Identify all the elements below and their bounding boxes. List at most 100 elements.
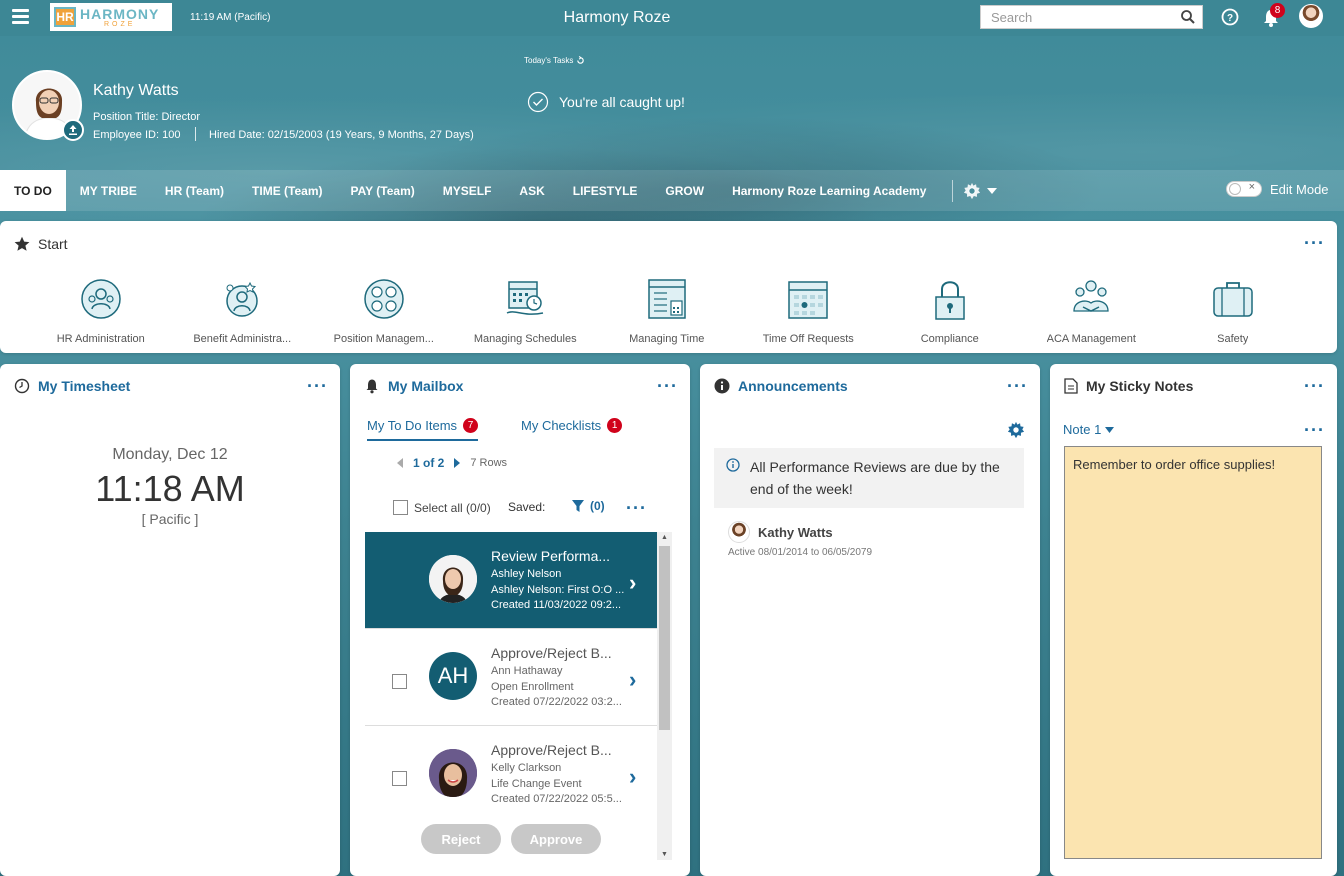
select-all-label: Select all (0/0) <box>414 500 491 515</box>
todo-count-badge: 7 <box>463 418 479 433</box>
sender-avatar <box>429 749 477 797</box>
saved-label: Saved: <box>508 500 546 514</box>
position-title: Position Title: Director <box>93 111 200 123</box>
announcements-title[interactable]: Announcements <box>714 378 848 394</box>
chevron-right-icon[interactable]: › <box>629 764 636 790</box>
start-item-aca-management[interactable]: ACA Management <box>1021 277 1163 345</box>
hr-admin-icon <box>81 279 121 319</box>
info-icon <box>714 378 730 394</box>
filter-button[interactable]: (0) <box>572 499 605 513</box>
start-item-label: ACA Management <box>1046 333 1136 345</box>
gear-icon <box>964 182 981 199</box>
gear-icon[interactable] <box>1007 421 1025 439</box>
tab-to-do[interactable]: TO DO <box>0 170 66 211</box>
select-all-checkbox[interactable] <box>393 500 408 515</box>
next-page-icon[interactable] <box>454 458 461 468</box>
upload-photo-button[interactable] <box>62 119 84 141</box>
mail-item[interactable]: Review Performa... Ashley Nelson Ashley … <box>365 532 657 629</box>
svg-text:?: ? <box>1227 13 1233 24</box>
scroll-down-icon[interactable]: ▼ <box>661 851 668 858</box>
note-tab-label: Note 1 <box>1063 422 1102 437</box>
announcements-more-button[interactable]: ··· <box>1007 377 1028 395</box>
mailbox-more-button[interactable]: ··· <box>657 377 678 395</box>
help-icon[interactable]: ? <box>1221 8 1239 26</box>
start-item-label: Compliance <box>920 333 979 345</box>
mail-created: Created 07/22/2022 03:2... <box>491 696 622 708</box>
notifications-button[interactable]: 8 <box>1262 3 1285 31</box>
select-all[interactable]: Select all (0/0) <box>393 500 491 515</box>
start-item-safety[interactable]: Safety <box>1162 277 1304 345</box>
toggle-switch[interactable]: × <box>1226 181 1262 197</box>
filter-icon <box>572 499 584 512</box>
nav-divider <box>952 179 954 202</box>
search-input[interactable]: Search <box>980 5 1203 29</box>
employee-name: Kathy Watts <box>93 82 179 99</box>
nav-settings-dropdown[interactable] <box>963 182 998 200</box>
refresh-icon[interactable] <box>576 56 585 65</box>
tab-my-tribe[interactable]: MY TRIBE <box>66 170 151 211</box>
time-icon <box>648 279 686 319</box>
scroll-up-icon[interactable]: ▲ <box>661 534 668 541</box>
user-avatar[interactable] <box>1299 4 1323 28</box>
chevron-right-icon[interactable]: › <box>629 570 636 596</box>
announcement-item[interactable]: All Performance Reviews are due by the e… <box>714 448 1024 508</box>
mail-sender: Ashley Nelson <box>491 568 562 580</box>
timesheet-more-button[interactable]: ··· <box>307 377 328 395</box>
caret-down-icon <box>1105 426 1115 433</box>
start-item-benefit-administration[interactable]: Benefit Administra... <box>172 277 314 345</box>
position-icon <box>364 279 404 319</box>
check-circle-icon <box>527 91 549 113</box>
tab-my-checklists[interactable]: My Checklists 1 <box>521 418 623 433</box>
tab-learning-academy[interactable]: Harmony Roze Learning Academy <box>718 170 940 211</box>
chevron-right-icon[interactable]: › <box>629 667 636 693</box>
tab-ask[interactable]: ASK <box>505 170 558 211</box>
tab-pay-team[interactable]: PAY (Team) <box>336 170 428 211</box>
timesheet-timezone: [ Pacific ] <box>141 511 199 527</box>
tab-grow[interactable]: GROW <box>651 170 718 211</box>
start-item-compliance[interactable]: Compliance <box>879 277 1021 345</box>
note-selector[interactable]: Note 1 <box>1063 422 1115 437</box>
start-item-label: Time Off Requests <box>762 333 854 345</box>
reject-button[interactable]: Reject <box>421 824 501 854</box>
mail-item[interactable]: Approve/Reject B... Kelly Clarkson Life … <box>365 726 657 822</box>
start-more-button[interactable]: ··· <box>1304 234 1325 252</box>
tab-myself[interactable]: MYSELF <box>429 170 506 211</box>
tab-hr-team[interactable]: HR (Team) <box>151 170 238 211</box>
filter-count: (0) <box>590 499 605 513</box>
mail-item[interactable]: AH Approve/Reject B... Ann Hathaway Open… <box>365 629 657 726</box>
todays-tasks-label: Today's Tasks <box>524 56 574 65</box>
mail-item-checkbox[interactable] <box>392 674 407 689</box>
prev-page-icon[interactable] <box>397 458 403 468</box>
note-more-button[interactable]: ··· <box>1304 421 1325 439</box>
tab-lifestyle[interactable]: LIFESTYLE <box>559 170 652 211</box>
bell-icon <box>366 379 378 394</box>
todays-tasks[interactable]: Today's Tasks <box>524 56 585 65</box>
tab-label: My Checklists <box>521 418 602 433</box>
aca-icon <box>1073 280 1109 312</box>
timesheet-title[interactable]: My Timesheet <box>14 378 130 394</box>
author-name: Kathy Watts <box>758 524 833 540</box>
mail-scrollbar[interactable]: ▲ ▼ <box>657 532 672 860</box>
caret-down-icon <box>987 187 998 194</box>
mailbox-list-more-button[interactable]: ··· <box>626 499 647 517</box>
scroll-thumb[interactable] <box>659 546 670 730</box>
approve-button[interactable]: Approve <box>511 824 601 854</box>
edit-mode-toggle[interactable]: × Edit Mode <box>1226 181 1329 197</box>
timesheet-widget: My Timesheet ··· <box>0 364 340 876</box>
mailbox-title[interactable]: My Mailbox <box>364 378 463 394</box>
sticky-notes-title[interactable]: My Sticky Notes <box>1064 378 1193 394</box>
start-item-position-management[interactable]: Position Managem... <box>313 277 455 345</box>
mail-item-checkbox[interactable] <box>392 771 407 786</box>
note-text-area[interactable]: Remember to order office supplies! <box>1064 446 1322 859</box>
start-item-managing-schedules[interactable]: Managing Schedules <box>455 277 597 345</box>
start-item-managing-time[interactable]: Managing Time <box>596 277 738 345</box>
tab-time-team[interactable]: TIME (Team) <box>238 170 336 211</box>
search-icon[interactable] <box>1180 9 1196 25</box>
mail-created: Created 07/22/2022 05:5... <box>491 793 622 805</box>
announcement-active-range: Active 08/01/2014 to 06/05/2079 <box>728 547 873 558</box>
announcement-author: Kathy Watts <box>728 521 833 543</box>
tab-my-to-do-items[interactable]: My To Do Items 7 <box>367 418 479 441</box>
sticky-more-button[interactable]: ··· <box>1304 377 1325 395</box>
start-item-time-off-requests[interactable]: Time Off Requests <box>738 277 880 345</box>
start-item-hr-administration[interactable]: HR Administration <box>30 277 172 345</box>
